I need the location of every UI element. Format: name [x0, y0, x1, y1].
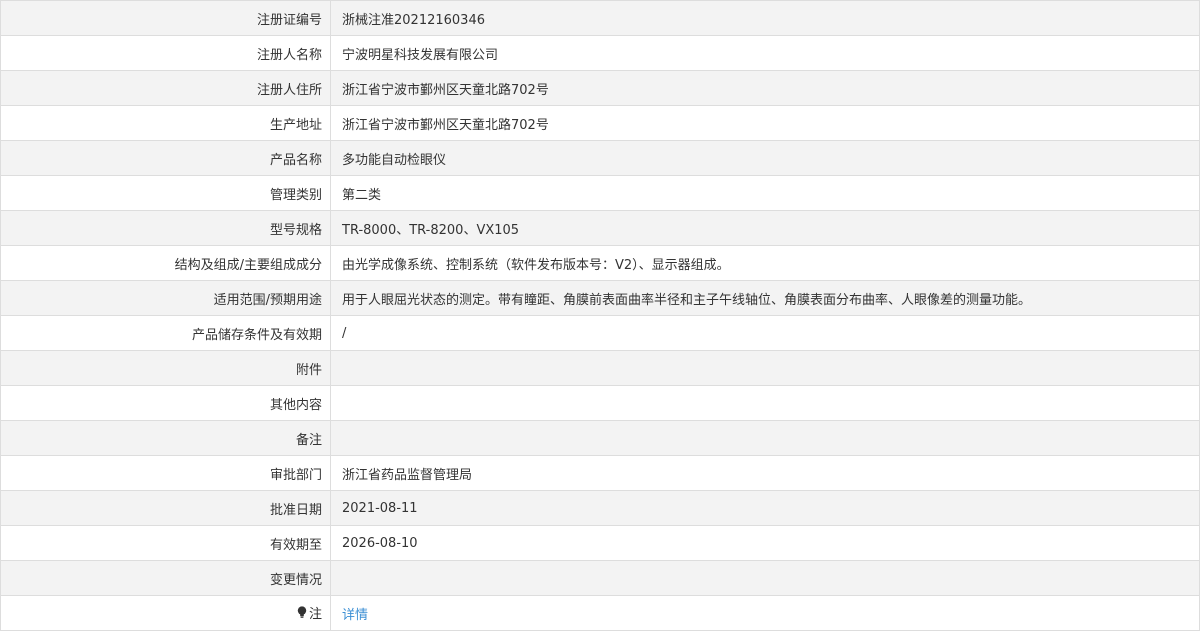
table-row: 审批部门 浙江省药品监督管理局: [0, 455, 1200, 491]
row-label: 其他内容: [0, 385, 331, 421]
row-value: 浙江省宁波市鄞州区天童北路702号: [330, 70, 1200, 106]
table-row: 型号规格 TR-8000、TR-8200、VX105: [0, 210, 1200, 246]
note-label: 注: [308, 607, 322, 623]
row-value: [330, 350, 1200, 386]
row-value: 浙械注准20212160346: [330, 0, 1200, 36]
table-row: 管理类别 第二类: [0, 175, 1200, 211]
table-row: 适用范围/预期用途 用于人眼屈光状态的测定。带有瞳距、角膜前表面曲率半径和主子午…: [0, 280, 1200, 316]
table-row: 注册人名称 宁波明星科技发展有限公司: [0, 35, 1200, 71]
row-label: 产品名称: [0, 140, 331, 176]
table-row: 注册证编号 浙械注准20212160346: [0, 0, 1200, 36]
row-label: 有效期至: [0, 525, 331, 561]
row-label: 产品储存条件及有效期: [0, 315, 331, 351]
table-row: 产品名称 多功能自动检眼仪: [0, 140, 1200, 176]
row-label: 适用范围/预期用途: [0, 280, 331, 316]
note-label-cell: 注: [0, 595, 331, 631]
row-label: 结构及组成/主要组成成分: [0, 245, 331, 281]
row-value: /: [330, 315, 1200, 351]
table-row: 附件: [0, 350, 1200, 386]
row-value: [330, 560, 1200, 596]
row-label: 批准日期: [0, 490, 331, 526]
row-label: 型号规格: [0, 210, 331, 246]
row-value: 宁波明星科技发展有限公司: [330, 35, 1200, 71]
note-value-cell: 详情: [330, 595, 1200, 631]
table-row: 结构及组成/主要组成成分 由光学成像系统、控制系统（软件发布版本号：V2）、显示…: [0, 245, 1200, 281]
row-label: 备注: [0, 420, 331, 456]
row-value: 浙江省药品监督管理局: [330, 455, 1200, 491]
row-value: 2021-08-11: [330, 490, 1200, 526]
row-label: 注册人名称: [0, 35, 331, 71]
table-row: 其他内容: [0, 385, 1200, 421]
details-link[interactable]: 详情: [342, 608, 368, 623]
row-value: 用于人眼屈光状态的测定。带有瞳距、角膜前表面曲率半径和主子午线轴位、角膜表面分布…: [330, 280, 1200, 316]
table-row: 变更情况: [0, 560, 1200, 596]
table-row: 备注: [0, 420, 1200, 456]
row-value: 多功能自动检眼仪: [330, 140, 1200, 176]
lightbulb-icon: [297, 606, 307, 622]
table-row: 有效期至 2026-08-10: [0, 525, 1200, 561]
registration-info-table: 注册证编号 浙械注准20212160346 注册人名称 宁波明星科技发展有限公司…: [0, 0, 1200, 631]
table-row: 批准日期 2021-08-11: [0, 490, 1200, 526]
row-label: 管理类别: [0, 175, 331, 211]
row-label: 附件: [0, 350, 331, 386]
row-value: [330, 385, 1200, 421]
row-label: 注册人住所: [0, 70, 331, 106]
row-value: 第二类: [330, 175, 1200, 211]
table-row: 注册人住所 浙江省宁波市鄞州区天童北路702号: [0, 70, 1200, 106]
note-row: 注 详情: [0, 595, 1200, 631]
row-label: 注册证编号: [0, 0, 331, 36]
row-label: 审批部门: [0, 455, 331, 491]
row-label: 变更情况: [0, 560, 331, 596]
row-value: 浙江省宁波市鄞州区天童北路702号: [330, 105, 1200, 141]
row-value: TR-8000、TR-8200、VX105: [330, 210, 1200, 246]
row-value: 2026-08-10: [330, 525, 1200, 561]
row-label: 生产地址: [0, 105, 331, 141]
table-row: 产品储存条件及有效期 /: [0, 315, 1200, 351]
table-row: 生产地址 浙江省宁波市鄞州区天童北路702号: [0, 105, 1200, 141]
row-value: 由光学成像系统、控制系统（软件发布版本号：V2）、显示器组成。: [330, 245, 1200, 281]
row-value: [330, 420, 1200, 456]
